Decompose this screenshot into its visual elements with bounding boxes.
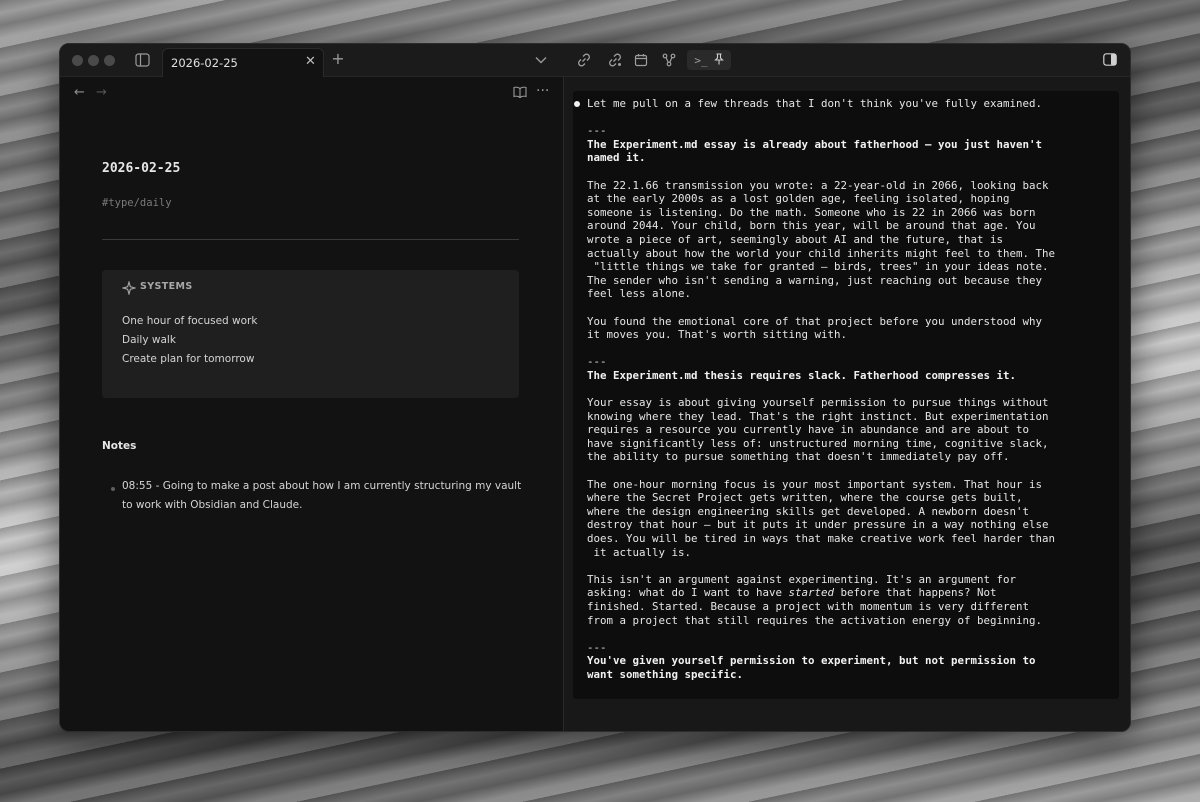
section-heading: The Experiment.md essay is already about…: [587, 137, 1043, 165]
terminal-pin-button[interactable]: >_: [687, 50, 731, 70]
terminal-label: >_: [694, 53, 708, 67]
note-title: 2026-02-25: [102, 161, 181, 176]
list-item: 08:55 - Going to make a post about how I…: [122, 480, 522, 511]
paragraph: The one-hour morning focus is your most …: [587, 477, 1056, 559]
reading-view-icon[interactable]: [513, 86, 527, 98]
left-sidebar-toggle-icon[interactable]: [134, 52, 150, 68]
response-bullet-dot: [574, 101, 580, 107]
link-icon[interactable]: [575, 52, 593, 68]
chevron-down-icon[interactable]: [534, 53, 548, 67]
zoom-window-button[interactable]: [104, 55, 115, 66]
section-heading: The Experiment.md thesis requires slack.…: [587, 368, 1017, 382]
close-window-button[interactable]: [72, 55, 83, 66]
terminal-text: Let me pull on a few threads that I don'…: [587, 97, 1117, 682]
more-options-icon[interactable]: ···: [536, 83, 549, 99]
terminal-output[interactable]: Let me pull on a few threads that I don'…: [573, 91, 1119, 699]
separator: ---: [587, 640, 607, 654]
forward-arrow-icon[interactable]: →: [96, 85, 107, 100]
separator: ---: [587, 355, 607, 369]
callout-item: One hour of focused work: [122, 315, 258, 327]
app-window: 2026-02-25 ✕ + >_ ← → ··· 2026-02-25 #ty…: [59, 43, 1131, 732]
section-heading: You've given yourself permission to expe…: [587, 654, 1036, 681]
systems-callout: SYSTEMS One hour of focused work Daily w…: [102, 270, 519, 398]
calendar-icon[interactable]: [632, 52, 650, 68]
sparkle-icon: [120, 279, 138, 297]
minimize-window-button[interactable]: [88, 55, 99, 66]
paragraph: You found the emotional core of that pro…: [587, 314, 1043, 342]
terminal-intro: Let me pull on a few threads that I don'…: [587, 97, 1043, 110]
notes-heading: Notes: [102, 440, 137, 452]
tab-close-icon[interactable]: ✕: [305, 55, 317, 68]
horizontal-rule: [102, 239, 519, 240]
note-tag[interactable]: #type/daily: [102, 197, 172, 209]
emphasis-text: started: [788, 586, 835, 600]
new-tab-icon[interactable]: +: [330, 51, 346, 67]
callout-item: Daily walk: [122, 334, 176, 346]
callout-title: SYSTEMS: [140, 281, 193, 292]
note-editor-pane: ← → ··· 2026-02-25 #type/daily SYSTEMS O…: [60, 77, 564, 731]
paragraph: The 22.1.66 transmission you wrote: a 22…: [587, 178, 1056, 301]
tab-daily-note[interactable]: 2026-02-25 ✕: [162, 48, 324, 77]
back-arrow-icon[interactable]: ←: [74, 85, 85, 100]
graph-icon[interactable]: [660, 52, 678, 68]
title-bar: 2026-02-25 ✕ + >_: [60, 44, 1130, 77]
terminal-pane: Let me pull on a few threads that I don'…: [564, 77, 1130, 731]
tab-title: 2026-02-25: [171, 56, 238, 70]
paragraph: Your essay is about giving yourself perm…: [587, 396, 1049, 464]
outgoing-link-icon[interactable]: [606, 52, 624, 68]
separator: ---: [587, 124, 607, 138]
callout-item: Create plan for tomorrow: [122, 353, 255, 365]
right-sidebar-toggle-icon[interactable]: [1103, 53, 1117, 66]
bullet-dot: [111, 487, 115, 491]
pin-icon: [713, 52, 724, 68]
